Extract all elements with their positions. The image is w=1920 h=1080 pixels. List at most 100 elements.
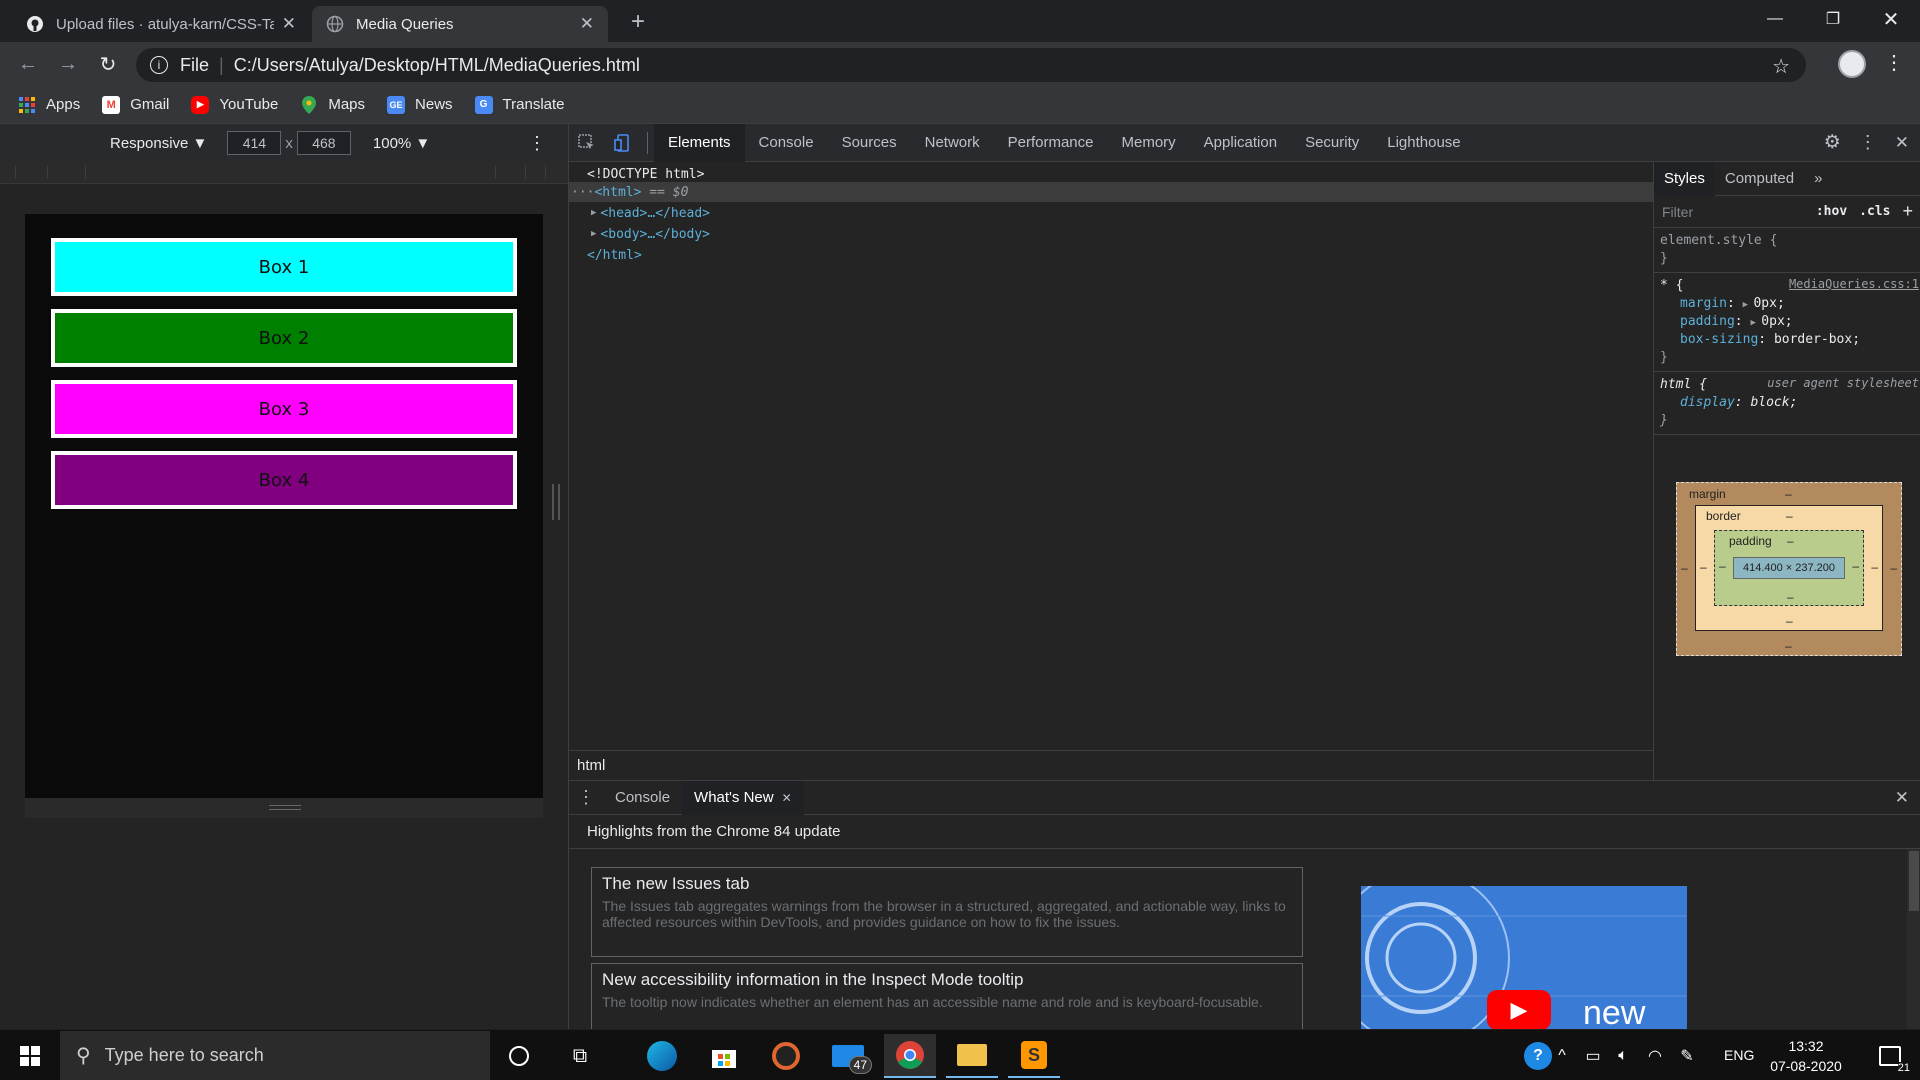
device-toolbar-menu-icon[interactable]: ⋮ [528,133,546,154]
tab-elements[interactable]: Elements [654,123,745,162]
tab-lighthouse[interactable]: Lighthouse [1373,124,1474,162]
viewport-width-input[interactable]: 414 [227,131,282,155]
dom-body-node[interactable]: ▶ <body>…</body> [591,224,710,244]
expand-arrow-icon[interactable]: ▶ [591,208,596,218]
settings-gear-icon[interactable]: ⚙ [1824,131,1841,154]
whats-new-card[interactable]: The new Issues tab The Issues tab aggreg… [591,867,1303,957]
close-tab-icon[interactable]: ✕ [282,14,296,34]
media-query-ruler[interactable] [0,162,568,184]
cortana-icon[interactable] [493,1034,545,1078]
dom-head-node[interactable]: ▶ <head>…</head> [591,203,710,223]
rule-source-link[interactable]: MediaQueries.css:1 [1789,277,1919,291]
tab-media-queries[interactable]: Media Queries ✕ [312,6,608,42]
bookmark-translate[interactable]: G Translate [474,95,565,114]
box-model-margin[interactable]: margin – – – – border – – – – padding – … [1676,482,1902,656]
forward-icon[interactable]: → [54,50,82,78]
bookmark-star-icon[interactable]: ☆ [1772,54,1790,79]
expand-arrow-icon[interactable]: ▶ [591,229,596,239]
tab-styles[interactable]: Styles [1654,161,1715,196]
media-player-icon[interactable] [760,1034,812,1078]
tab-network[interactable]: Network [911,124,994,162]
box-model-content[interactable]: 414.400 × 237.200 [1733,557,1845,579]
breadcrumb-html[interactable]: html [577,757,605,774]
task-view-icon[interactable]: ⧉ [554,1034,606,1078]
drawer-scrollbar[interactable] [1907,849,1920,1030]
mail-icon[interactable]: 47 [822,1034,874,1078]
rule-close: } [1660,413,1668,428]
clock[interactable]: 13:32 07-08-2020 [1764,1036,1848,1076]
close-window-icon[interactable]: ✕ [1868,4,1914,34]
store-icon[interactable] [698,1034,750,1078]
tab-console[interactable]: Console [745,124,828,162]
zoom-dropdown[interactable]: 100% ▼ [373,135,430,152]
close-tab-icon[interactable]: ✕ [580,14,594,34]
emulated-viewport[interactable]: Box 1 Box 2 Box 3 Box 4 [25,214,543,798]
new-tab-button[interactable]: + [624,8,652,36]
styles-filter-input[interactable]: Filter [1662,204,1816,220]
tab-security[interactable]: Security [1291,124,1373,162]
close-devtools-icon[interactable]: ✕ [1895,133,1909,153]
prop-padding[interactable]: padding: ▶ 0px; [1660,313,1915,331]
restore-icon[interactable]: ❐ [1810,4,1856,34]
close-drawer-icon[interactable]: ✕ [1895,788,1909,808]
tab-computed[interactable]: Computed [1715,162,1804,196]
bookmark-youtube[interactable]: ▶ YouTube [191,95,278,114]
taskbar-search-box[interactable]: ⚲ Type here to search [60,1031,490,1080]
volume-icon[interactable]: 🔈︎ [1608,1034,1638,1078]
box-model-padding[interactable]: padding – – – – 414.400 × 237.200 [1714,530,1864,606]
drawer-menu-icon[interactable]: ⋮ [569,787,603,808]
file-explorer-icon[interactable] [946,1034,998,1078]
tab-sources[interactable]: Sources [828,124,911,162]
sublime-text-icon[interactable]: S [1008,1034,1060,1078]
dom-html-close[interactable]: </html> [587,245,642,265]
box-model-border[interactable]: border – – – – padding – – – – 414.400 ×… [1695,505,1883,631]
right-resize-handle[interactable] [552,484,560,520]
info-icon[interactable]: i [150,56,168,74]
language-indicator[interactable]: ENG [1724,1047,1754,1063]
reload-icon[interactable]: ↻ [94,50,122,78]
responsive-dropdown[interactable]: Responsive ▼ [110,135,207,152]
whats-new-card[interactable]: New accessibility information in the Ins… [591,963,1303,1030]
prop-margin[interactable]: margin: ▶ 0px; [1660,295,1915,313]
bottom-resize-handle[interactable] [25,798,543,818]
dom-doctype[interactable]: <!DOCTYPE html> [587,164,704,184]
wifi-icon[interactable]: ◠ [1640,1034,1670,1078]
dom-html-node[interactable]: ··· <html> == $0 [571,182,688,202]
chrome-icon[interactable] [884,1034,936,1078]
whats-new-video-thumbnail[interactable]: ▶ new [1361,886,1687,1030]
drawer-tab-console[interactable]: Console [603,781,682,815]
tab-performance[interactable]: Performance [994,124,1108,162]
chevron-up-icon[interactable]: ^ [1548,1034,1576,1078]
edge-icon[interactable] [636,1034,688,1078]
profile-avatar[interactable] [1838,50,1866,78]
bookmark-news[interactable]: GE News [387,95,453,114]
bookmark-gmail[interactable]: M Gmail [102,95,169,114]
drawer-tab-whats-new[interactable]: What's New ✕ [682,780,804,815]
tab-memory[interactable]: Memory [1108,124,1190,162]
more-tabs-icon[interactable]: » [1804,162,1832,196]
rule-selector[interactable]: element.style { [1660,232,1915,250]
close-drawer-tab-icon[interactable]: ✕ [782,791,792,805]
viewport-height-input[interactable]: 468 [296,131,351,155]
devtools-menu-icon[interactable]: ⋮ [1859,132,1877,153]
border-bottom-value: – [1786,614,1793,628]
prop-box-sizing[interactable]: box-sizing: border-box; [1660,331,1915,349]
add-rule-icon[interactable]: + [1902,201,1913,222]
notification-icon[interactable]: 21 [1864,1034,1916,1078]
tab-upload-files[interactable]: Upload files · atulya-karn/CSS-Ta ✕ [12,6,310,42]
tab-application[interactable]: Application [1190,124,1291,162]
cls-toggle[interactable]: .cls [1859,204,1890,219]
bookmark-apps[interactable]: Apps [18,96,80,114]
youtube-play-icon[interactable]: ▶ [1487,990,1551,1030]
browser-menu-icon[interactable]: ⋮ [1884,50,1904,75]
pen-icon[interactable]: ✎ [1672,1034,1702,1078]
back-icon[interactable]: ← [14,50,42,78]
inspect-element-icon[interactable] [569,133,605,152]
bookmark-maps[interactable]: Maps [300,95,365,114]
hov-toggle[interactable]: :hov [1816,204,1847,219]
minimize-icon[interactable]: ― [1752,4,1798,34]
device-toggle-icon[interactable] [605,133,641,152]
windows-start-icon[interactable] [4,1034,56,1078]
battery-icon[interactable]: ▭ [1578,1034,1608,1078]
address-bar[interactable]: i File | C:/Users/Atulya/Desktop/HTML/Me… [136,48,1806,82]
